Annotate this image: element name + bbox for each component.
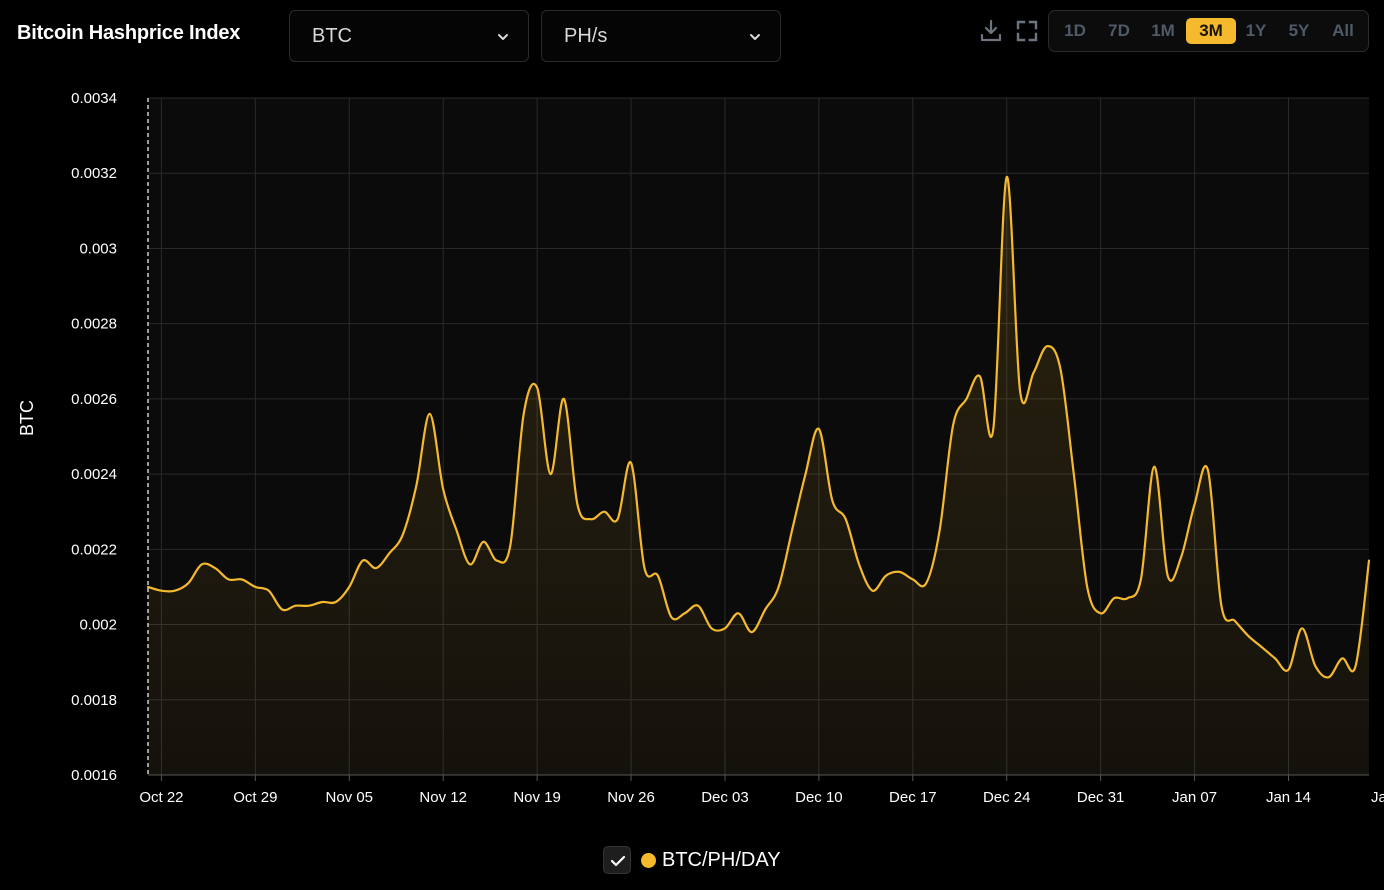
x-tick-label: Jan 14 xyxy=(1266,789,1311,806)
y-tick-label: 0.0024 xyxy=(71,466,117,483)
x-tick-label: Nov 05 xyxy=(325,789,373,806)
x-tick-label: Dec 31 xyxy=(1077,789,1125,806)
hashprice-chart[interactable]: 0.0034 0.0032 0.003 0.0028 0.0026 0.0024 0.002… xyxy=(0,0,1384,890)
x-tick-label: Dec 03 xyxy=(701,789,749,806)
y-axis-ticks: 0.0034 0.0032 0.003 0.0028 0.0026 0.0024 0.002… xyxy=(71,90,117,784)
y-tick-label: 0.0028 xyxy=(71,316,117,333)
legend-color-swatch xyxy=(641,853,656,868)
x-axis-ticks: Oct 22 Oct 29 Nov 05 Nov 12 Nov 19 Nov 26 Dec … xyxy=(139,789,1384,806)
x-tick-label: Jan 07 xyxy=(1172,789,1217,806)
legend-toggle-checkbox[interactable] xyxy=(603,846,631,874)
y-tick-label: 0.0022 xyxy=(71,541,117,558)
checkmark-icon xyxy=(610,855,626,867)
x-tick-label: Oct 22 xyxy=(139,789,183,806)
y-tick-label: 0.002 xyxy=(79,617,117,634)
x-tick-label: Nov 12 xyxy=(419,789,467,806)
x-tick-label: Dec 24 xyxy=(983,789,1031,806)
y-tick-label: 0.0032 xyxy=(71,165,117,182)
y-axis-label: BTC xyxy=(17,400,37,436)
x-tick-label: Nov 26 xyxy=(607,789,655,806)
x-tick-label: Oct 29 xyxy=(233,789,277,806)
legend-label: BTC/PH/DAY xyxy=(662,849,781,871)
x-tick-label: Dec 10 xyxy=(795,789,843,806)
y-tick-label: 0.0018 xyxy=(71,692,117,709)
y-tick-label: 0.0026 xyxy=(71,391,117,408)
x-tick-label: Jan xyxy=(1371,789,1384,806)
hashprice-page: Bitcoin Hashprice Index BTC PH/s 1D 7D 1… xyxy=(0,0,1384,890)
y-tick-label: 0.0034 xyxy=(71,90,117,107)
x-tick-label: Nov 19 xyxy=(513,789,561,806)
x-tick-label: Dec 17 xyxy=(889,789,937,806)
y-tick-label: 0.0016 xyxy=(71,767,117,784)
y-tick-label: 0.003 xyxy=(79,240,117,257)
chart-container: 0.0034 0.0032 0.003 0.0028 0.0026 0.0024 0.002… xyxy=(0,0,1384,890)
